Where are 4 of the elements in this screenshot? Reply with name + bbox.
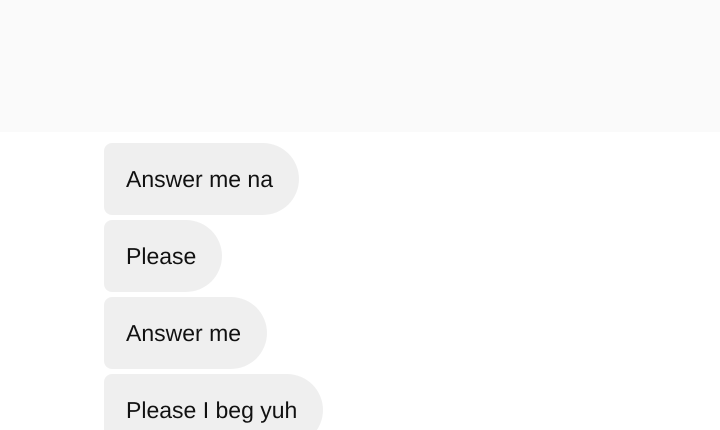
message-bubble: Answer me xyxy=(104,297,268,369)
message-bubble: Please I beg yuh xyxy=(104,374,324,430)
message-bubble: Answer me na xyxy=(104,143,300,215)
message-bubble: Please xyxy=(104,220,222,292)
